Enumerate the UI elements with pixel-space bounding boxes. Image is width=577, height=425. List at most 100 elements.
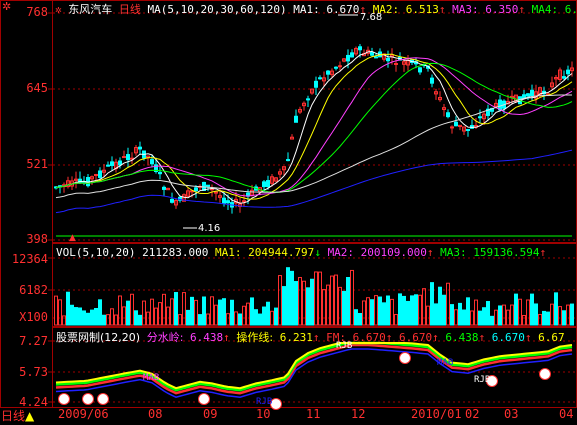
candle-body — [242, 200, 246, 203]
candle-body — [306, 98, 310, 101]
ma3-value: MA3: 6.350 — [452, 3, 519, 16]
price-axis-label: 521 — [26, 157, 48, 171]
volume-bar — [218, 299, 222, 326]
volume-bar — [194, 299, 198, 326]
volume-bar — [246, 302, 250, 326]
volume-bar — [486, 301, 490, 326]
volume-ma3: MA3: 159136.594 — [440, 246, 540, 259]
volume-bar — [466, 297, 470, 326]
fenshuiling-arrow: ↑ — [223, 331, 230, 344]
volume-bar — [214, 304, 218, 326]
caozuoxian-arrow: ↑ — [312, 331, 320, 344]
stock-chart[interactable] — [0, 0, 577, 425]
volume-bar — [450, 304, 454, 326]
ma2-value: MA2: 6.513 — [372, 3, 439, 16]
volume-bar — [522, 315, 526, 326]
volume-bar — [190, 296, 194, 326]
volume-bar — [98, 299, 102, 326]
candle-body — [418, 67, 422, 73]
indicator-marker-label: MAB — [437, 358, 454, 368]
volume-ma1-arrow: ↓ — [314, 246, 321, 259]
volume-bar — [86, 312, 90, 326]
candle-body — [222, 197, 226, 204]
x-axis-label: 09 — [203, 407, 218, 421]
candle-body — [346, 54, 350, 62]
volume-bar — [78, 307, 82, 326]
settings-icon[interactable]: ✲ — [55, 3, 62, 16]
volume-bar — [186, 309, 190, 326]
volume-bar — [114, 314, 118, 326]
volume-bar — [70, 304, 74, 326]
candle-body — [454, 121, 458, 127]
volume-bar — [470, 310, 474, 326]
volume-bar — [110, 308, 114, 326]
volume-bar — [122, 306, 126, 326]
volume-ma1: MA1: 204944.797 — [214, 246, 315, 259]
candle-body — [394, 63, 398, 66]
candle-body — [358, 46, 362, 51]
ma3-arrow: ↑ — [518, 3, 526, 16]
candle-body — [94, 174, 98, 177]
candle-body — [338, 65, 342, 68]
caozuoxian-value: 6.231 — [279, 331, 313, 344]
volume-bar — [262, 306, 266, 326]
volume-bar — [150, 298, 154, 326]
volume-bar — [530, 293, 534, 326]
volume-bar — [406, 300, 410, 326]
volume-bar — [434, 303, 438, 326]
volume-bar — [334, 274, 338, 326]
candle-body — [126, 154, 130, 161]
indicator-marker-label: MAB — [143, 373, 160, 383]
indicator-marker-label: RJB — [256, 397, 273, 407]
candle-body — [430, 77, 434, 84]
volume-bar — [146, 311, 150, 326]
ma4-value: MA4: 6.290 — [531, 3, 577, 16]
volume-bar — [454, 309, 458, 326]
x-axis-label: 03 — [504, 407, 519, 421]
volume-bar — [174, 292, 178, 326]
candle-body — [170, 198, 174, 203]
volume-bar — [134, 310, 138, 326]
fm-arrow: ↑ — [385, 331, 393, 344]
volume-ma2-arrow: ↑ — [426, 246, 434, 259]
ma5-line — [55, 94, 573, 199]
x-axis-label: 10 — [256, 407, 271, 421]
volume-bar — [182, 292, 186, 326]
volume-bar — [314, 271, 318, 326]
volume-bar — [418, 294, 422, 326]
volume-bar — [230, 299, 234, 326]
volume-axis-label: 6182 — [19, 283, 48, 297]
candle-body — [106, 164, 110, 167]
volume-bar — [430, 282, 434, 326]
low-price-annotation: 4.16 — [198, 223, 221, 234]
candle-body — [526, 93, 530, 97]
volume-bar — [286, 267, 290, 326]
period-button[interactable]: 日线▲ — [1, 407, 34, 424]
ma2-line — [55, 53, 573, 200]
volume-bar — [558, 306, 562, 326]
volume-bar — [274, 307, 278, 326]
volume-bar — [510, 304, 514, 326]
indicator-axis-label: 7.27 — [19, 334, 48, 348]
volume-bar — [538, 313, 542, 326]
current-position-marker: ▲ — [69, 233, 76, 243]
volume-bar — [266, 301, 270, 326]
volume-bar — [462, 309, 466, 326]
candle-body — [478, 116, 482, 119]
x-axis-label: 12 — [351, 407, 366, 421]
volume-bar — [322, 289, 326, 326]
volume-bar — [426, 305, 430, 326]
volume-bar — [382, 302, 386, 326]
volume-bar — [118, 295, 122, 326]
candle-body — [498, 99, 502, 111]
candle-body — [386, 57, 390, 62]
smiley-marker-icon — [58, 393, 70, 405]
volume-bar — [306, 287, 310, 326]
volume-bar — [402, 295, 406, 326]
volume-axis-unit: X100 — [19, 310, 48, 324]
volume-bar — [494, 309, 498, 326]
volume-bar — [358, 312, 362, 326]
stock-name: 东风汽车 — [68, 3, 113, 16]
candle-body — [118, 160, 122, 166]
volume-bar — [94, 308, 98, 326]
